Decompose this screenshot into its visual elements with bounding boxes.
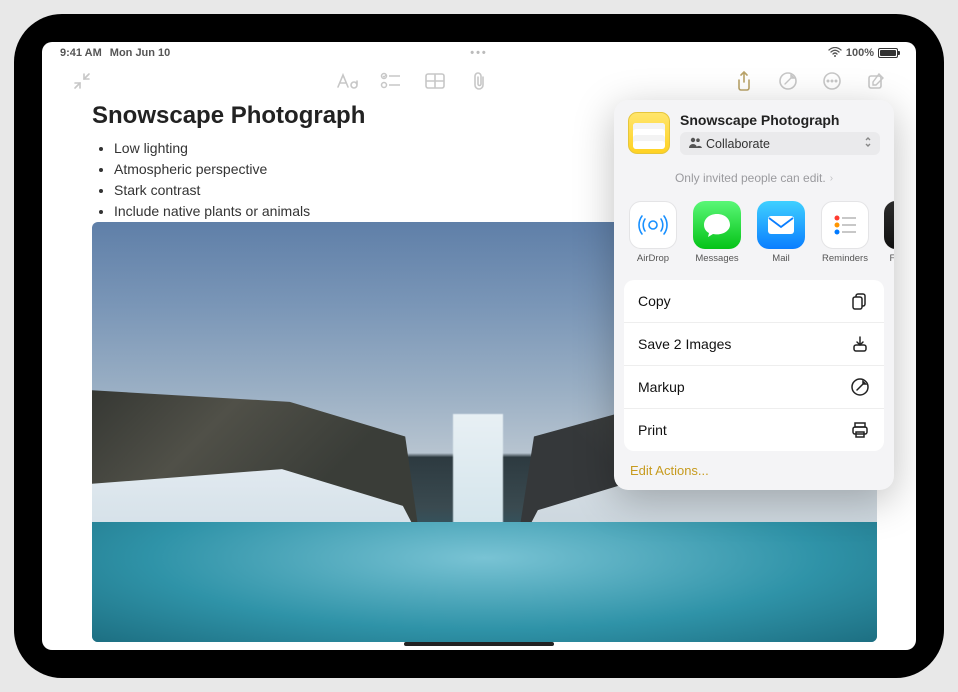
share-app-messages[interactable]: Messages	[692, 201, 742, 264]
action-print[interactable]: Print	[624, 409, 884, 451]
markup-toolbar-icon[interactable]	[775, 68, 801, 94]
action-label: Save 2 Images	[638, 336, 731, 352]
people-icon	[688, 137, 702, 151]
share-app-mail[interactable]: Mail	[756, 201, 806, 264]
battery-icon	[878, 48, 898, 58]
print-icon	[850, 420, 870, 440]
share-sheet: Snowscape Photograph Collaborate	[614, 100, 894, 490]
app-label: Mail	[756, 253, 806, 264]
compose-icon[interactable]	[863, 68, 889, 94]
app-label: Messages	[692, 253, 742, 264]
action-label: Markup	[638, 379, 685, 395]
status-bar: 9:41 AM Mon Jun 10 ••• 100%	[42, 42, 916, 64]
action-markup[interactable]: Markup	[624, 366, 884, 409]
action-label: Print	[638, 422, 667, 438]
freeform-icon	[884, 201, 894, 249]
share-app-reminders[interactable]: Reminders	[820, 201, 870, 264]
share-app-freeform[interactable]: Fr	[884, 201, 894, 264]
share-actions-list: Copy Save 2 Images Markup	[624, 280, 884, 451]
airdrop-icon	[629, 201, 677, 249]
share-app-row[interactable]: AirDrop Messages Mail	[614, 195, 894, 274]
battery-percent: 100%	[846, 47, 874, 59]
action-label: Copy	[638, 293, 671, 309]
status-date: Mon Jun 10	[110, 47, 171, 59]
markup-icon	[850, 377, 870, 397]
updown-chevron-icon	[864, 136, 872, 151]
multitask-dots[interactable]: •••	[470, 47, 488, 59]
share-app-airdrop[interactable]: AirDrop	[628, 201, 678, 264]
copy-icon	[850, 291, 870, 311]
attachment-icon[interactable]	[466, 68, 492, 94]
wifi-icon	[828, 47, 842, 60]
notes-app-icon	[628, 112, 670, 154]
table-icon[interactable]	[422, 68, 448, 94]
share-icon[interactable]	[731, 68, 757, 94]
note-toolbar	[42, 64, 916, 98]
edit-actions-link[interactable]: Edit Actions...	[614, 451, 894, 484]
checklist-icon[interactable]	[378, 68, 404, 94]
collapse-icon[interactable]	[69, 68, 95, 94]
save-icon	[850, 334, 870, 354]
collab-mode: Collaborate	[706, 137, 770, 151]
status-time: 9:41 AM	[60, 47, 102, 59]
mail-icon	[757, 201, 805, 249]
more-icon[interactable]	[819, 68, 845, 94]
app-label: Fr	[884, 253, 894, 264]
reminders-icon	[821, 201, 869, 249]
app-label: AirDrop	[628, 253, 678, 264]
messages-icon	[693, 201, 741, 249]
collaborate-selector[interactable]: Collaborate	[680, 132, 880, 155]
action-save-images[interactable]: Save 2 Images	[624, 323, 884, 366]
chevron-right-icon: ›	[830, 173, 833, 184]
share-title: Snowscape Photograph	[680, 112, 880, 128]
permission-row[interactable]: Only invited people can edit. ›	[614, 165, 894, 195]
text-style-icon[interactable]	[334, 68, 360, 94]
action-copy[interactable]: Copy	[624, 280, 884, 323]
app-label: Reminders	[820, 253, 870, 264]
permission-text: Only invited people can edit.	[675, 171, 826, 185]
home-indicator[interactable]	[404, 642, 554, 646]
